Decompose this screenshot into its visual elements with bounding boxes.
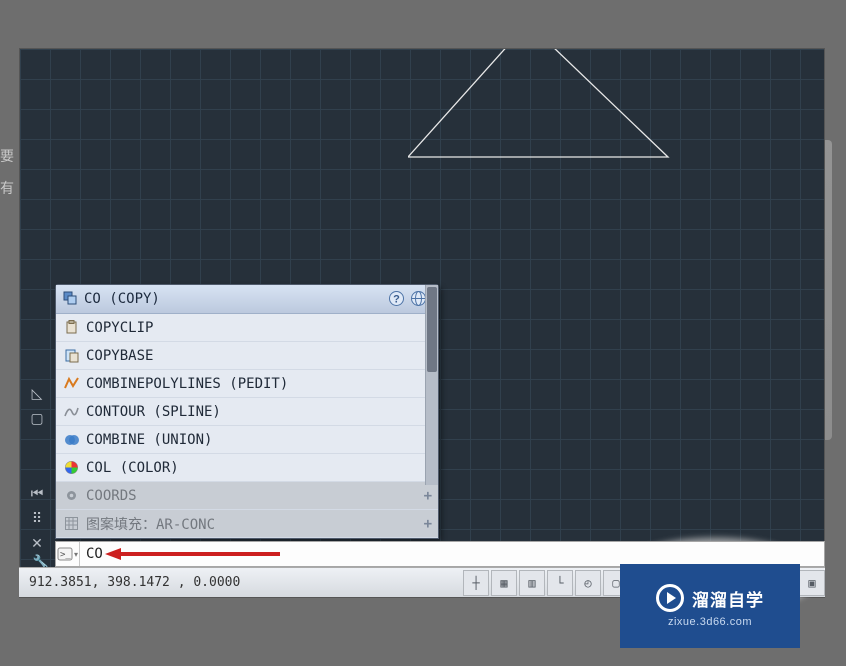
grid-toggle[interactable]: ▦ <box>491 570 517 596</box>
gear-icon <box>62 487 80 505</box>
autocomplete-item[interactable]: CONTOUR (SPLINE) <box>56 398 438 426</box>
coordinates-readout: 912.3851, 398.1472 , 0.0000 <box>19 575 269 590</box>
model-toggle[interactable]: ▣ <box>799 570 825 596</box>
svg-text:>_: >_ <box>60 550 71 560</box>
side-caption: 要 有 <box>0 140 14 204</box>
grid-display[interactable]: ▥ <box>519 570 545 596</box>
autocomplete-header: CO (COPY) ? <box>56 285 438 314</box>
autocomplete-list: COPYCLIP COPYBASE COMBINEPOLYLINES (PEDIT)… <box>56 314 438 538</box>
autocomplete-item-label: COPYCLIP <box>86 320 153 336</box>
autocomplete-item[interactable]: COPYBASE <box>56 342 438 370</box>
union-icon <box>62 431 80 449</box>
autocomplete-item-label: COL (COLOR) <box>86 460 179 476</box>
expand-icon[interactable]: + <box>424 488 432 504</box>
autocomplete-item-label: COPYBASE <box>86 348 153 364</box>
autocomplete-item[interactable]: COMBINE (UNION) <box>56 426 438 454</box>
svg-text:?: ? <box>393 294 400 306</box>
autocomplete-item[interactable]: COMBINEPOLYLINES (PEDIT) <box>56 370 438 398</box>
color-icon <box>62 459 80 477</box>
polyline-icon <box>62 375 80 393</box>
spline-icon <box>62 403 80 421</box>
autocomplete-item-label: COMBINEPOLYLINES (PEDIT) <box>86 376 288 392</box>
command-autocomplete: CO (COPY) ? COPYCLIP COPYBASE COMBINEPOLYL… <box>55 284 439 539</box>
ortho-toggle[interactable]: └ <box>547 570 573 596</box>
autocomplete-item[interactable]: COL (COLOR) <box>56 454 438 482</box>
autocomplete-item[interactable]: 图案填充：AR-CONC + <box>56 510 438 538</box>
watermark-title: 溜溜自学 <box>692 586 764 611</box>
autocomplete-scrollbar[interactable] <box>425 285 438 485</box>
expand-icon[interactable]: + <box>424 516 432 532</box>
layout-icon[interactable]: ◺ <box>19 381 55 406</box>
clipboard-icon <box>62 319 80 337</box>
polar-toggle[interactable]: ◴ <box>575 570 601 596</box>
layout-square-icon[interactable]: ▢ <box>19 406 55 431</box>
autocomplete-item-label: COORDS <box>86 488 137 504</box>
autocomplete-item-label: CONTOUR (SPLINE) <box>86 404 221 420</box>
hatch-icon <box>62 515 80 533</box>
autocomplete-item-label: COMBINE (UNION) <box>86 432 212 448</box>
grip-icon[interactable]: ⠿ <box>19 506 55 531</box>
help-icon[interactable]: ? <box>388 290 406 308</box>
watermark-badge: 溜溜自学 zixue.3d66.com <box>620 564 800 648</box>
autocomplete-item[interactable]: COORDS + <box>56 482 438 510</box>
watermark-subtitle: zixue.3d66.com <box>668 616 752 628</box>
command-prompt-icon[interactable]: >_ ▾ <box>56 542 80 566</box>
play-icon <box>656 584 684 612</box>
left-toolbar: ◺ ▢ ⏮ ⠿ ✕ <box>19 381 55 556</box>
autocomplete-title: CO (COPY) <box>84 291 388 307</box>
command-input[interactable] <box>80 546 824 562</box>
autocomplete-item[interactable]: COPYCLIP <box>56 314 438 342</box>
autocomplete-item-label: 图案填充：AR-CONC <box>86 514 215 534</box>
scrollbar-thumb[interactable] <box>427 287 437 372</box>
paste-icon <box>62 347 80 365</box>
rewind-icon[interactable]: ⏮ <box>19 481 55 506</box>
snap-toggle[interactable]: ┼ <box>463 570 489 596</box>
copy-command-icon <box>62 290 80 308</box>
